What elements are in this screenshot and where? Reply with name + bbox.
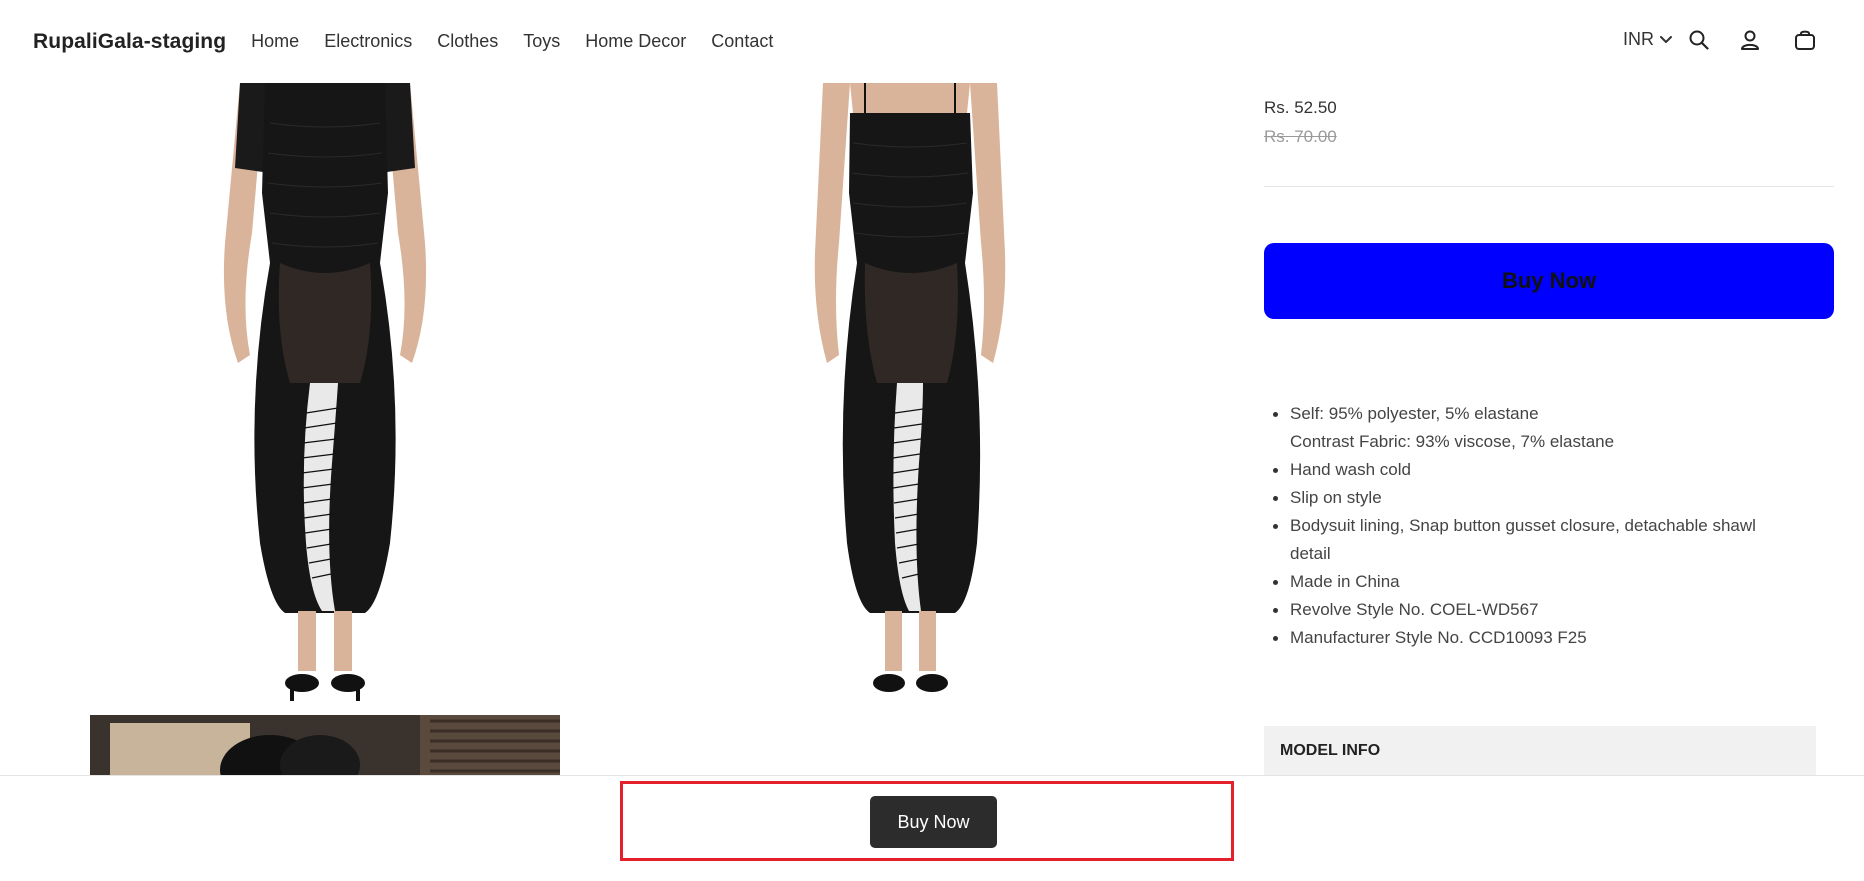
- feature-item: Slip on style: [1264, 484, 1784, 512]
- model-info-accordion[interactable]: MODEL INFO: [1264, 726, 1816, 776]
- product-price: Rs. 52.50: [1264, 98, 1337, 117]
- sticky-buy-now-button[interactable]: Buy Now: [870, 796, 997, 848]
- chevron-down-icon: [1660, 35, 1672, 43]
- nav-contact[interactable]: Contact: [711, 31, 773, 52]
- currency-label: INR: [1623, 29, 1654, 49]
- account-icon[interactable]: [1737, 27, 1763, 53]
- currency-selector[interactable]: INR: [1623, 29, 1672, 50]
- feature-item: Hand wash cold: [1264, 456, 1784, 484]
- buy-now-button[interactable]: Buy Now: [1264, 243, 1834, 319]
- brand-logo[interactable]: RupaliGala-staging: [33, 30, 226, 54]
- lifestyle-photo: [90, 715, 560, 777]
- compare-at-price: Rs. 70.00: [1264, 127, 1337, 146]
- feature-item: Revolve Style No. COEL-WD567: [1264, 596, 1784, 624]
- product-image-2[interactable]: [805, 83, 1015, 713]
- nav-toys[interactable]: Toys: [523, 31, 560, 52]
- feature-item: Bodysuit lining, Snap button gusset clos…: [1264, 512, 1784, 568]
- feature-item: Self: 95% polyester, 5% elastane Contras…: [1264, 400, 1784, 456]
- product-image-3[interactable]: [90, 715, 560, 777]
- divider: [1264, 186, 1834, 187]
- feature-item: Made in China: [1264, 568, 1784, 596]
- feature-item: Manufacturer Style No. CCD10093 F25: [1264, 624, 1784, 652]
- cart-icon[interactable]: [1792, 27, 1818, 53]
- search-icon[interactable]: [1686, 27, 1712, 53]
- dress-illustration-2: [814, 83, 1006, 692]
- main-nav: Home Electronics Clothes Toys Home Decor…: [251, 31, 798, 52]
- nav-electronics[interactable]: Electronics: [324, 31, 412, 52]
- site-header: RupaliGala-staging Home Electronics Clot…: [0, 0, 1864, 83]
- product-image-1[interactable]: [210, 83, 440, 713]
- product-features-list: Self: 95% polyester, 5% elastane Contras…: [1264, 400, 1784, 652]
- dress-illustration: [223, 83, 427, 701]
- nav-home-decor[interactable]: Home Decor: [585, 31, 686, 52]
- nav-home[interactable]: Home: [251, 31, 299, 52]
- nav-clothes[interactable]: Clothes: [437, 31, 498, 52]
